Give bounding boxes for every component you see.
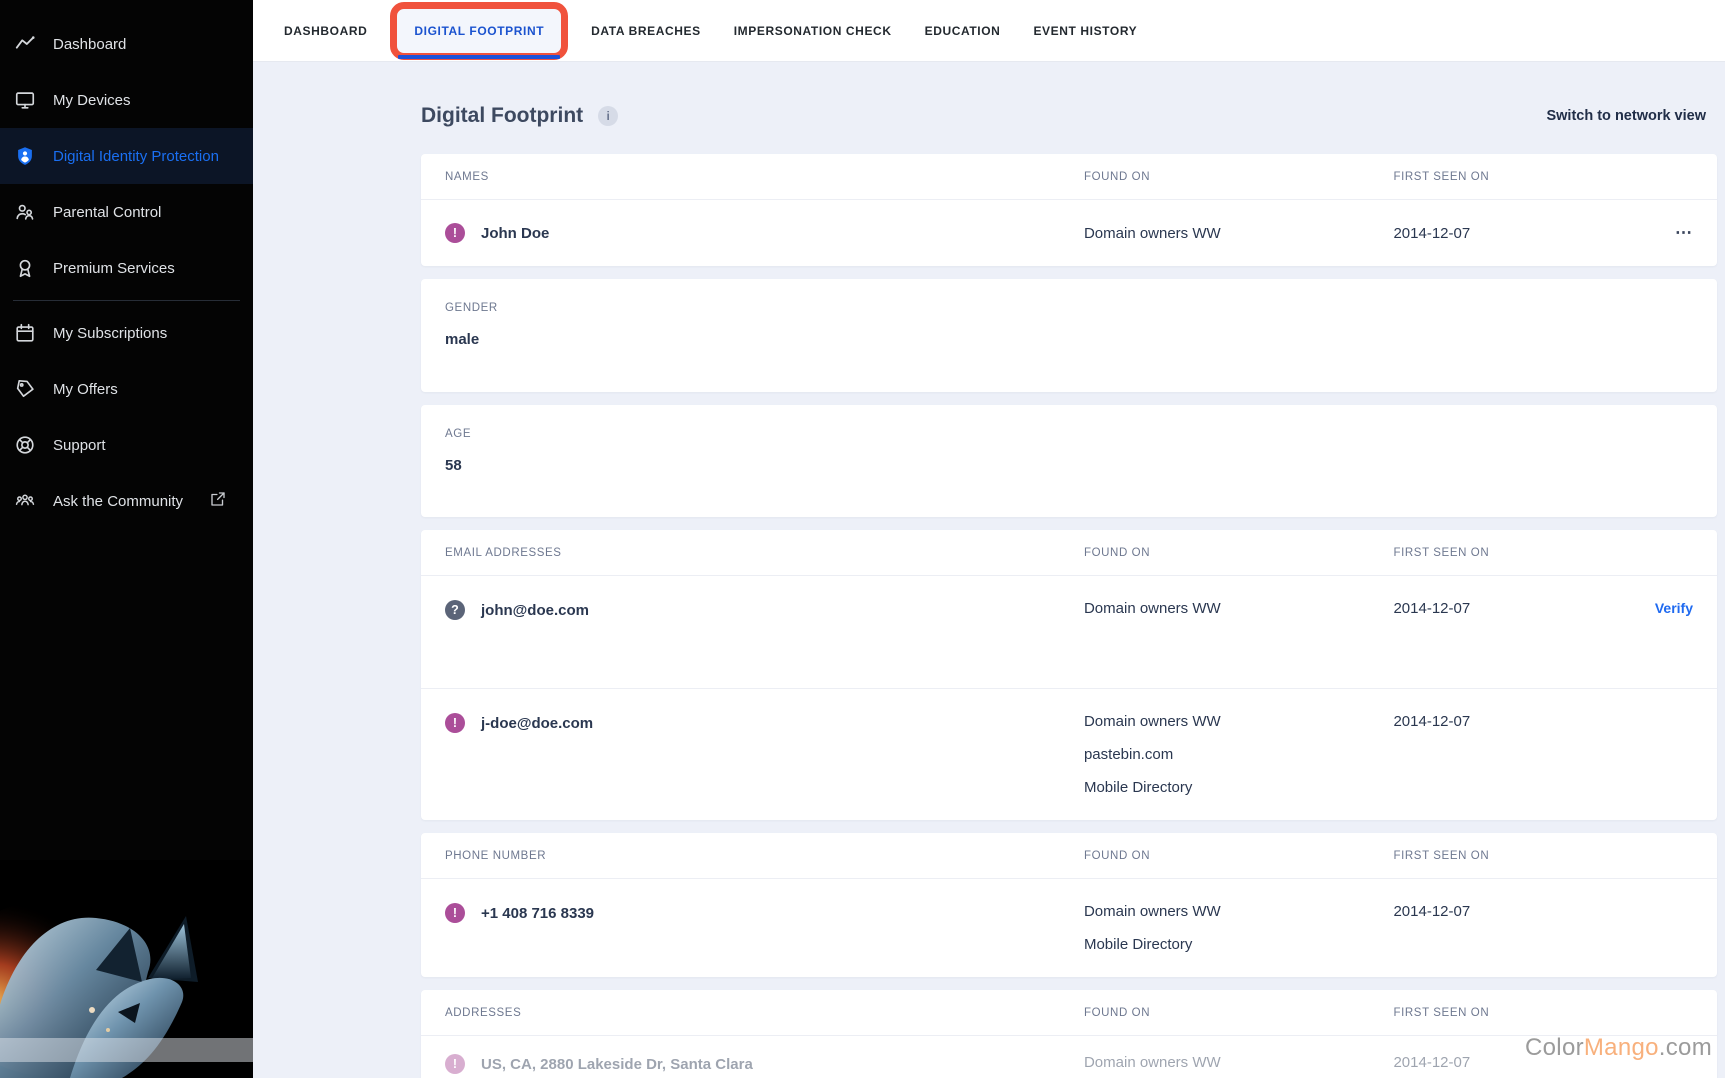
chart-line-icon bbox=[13, 32, 37, 56]
tab-dashboard[interactable]: DASHBOARD bbox=[284, 24, 367, 38]
sidebar-item-my-devices[interactable]: My Devices bbox=[0, 72, 253, 128]
found-on-value: Domain owners WW bbox=[1083, 224, 1221, 242]
sidebar: Dashboard My Devices Digital Identity Pr… bbox=[0, 0, 253, 1078]
sidebar-item-label: Support bbox=[53, 436, 106, 454]
annotation-highlight-box: DIGITAL FOOTPRINT bbox=[390, 1, 569, 60]
tab-data-breaches[interactable]: DATA BREACHES bbox=[591, 24, 701, 38]
first-seen-column-header: FIRST SEEN ON bbox=[1393, 170, 1490, 183]
found-on-column-header: FOUND ON bbox=[1083, 546, 1151, 559]
sidebar-item-support[interactable]: Support bbox=[0, 417, 253, 473]
community-icon bbox=[13, 489, 37, 513]
table-row: ! +1 408 716 8339 Domain owners WW Mobil… bbox=[421, 879, 1717, 977]
found-on-value: Mobile Directory bbox=[1083, 936, 1193, 953]
names-card: NAMES FOUND ON FIRST SEEN ON ! John Doe … bbox=[421, 154, 1717, 266]
sidebar-item-label: My Devices bbox=[53, 91, 131, 109]
email-value: j-doe@doe.com bbox=[481, 714, 594, 732]
sidebar-item-digital-identity-protection[interactable]: Digital Identity Protection bbox=[0, 128, 253, 184]
tag-icon bbox=[13, 377, 37, 401]
gender-card: GENDER male bbox=[421, 279, 1717, 392]
sidebar-item-label: Premium Services bbox=[53, 259, 175, 277]
first-seen-value: 2014-12-07 bbox=[1393, 224, 1471, 242]
award-icon bbox=[13, 256, 37, 280]
alert-icon: ! bbox=[445, 903, 465, 923]
watermark-color: Color bbox=[1525, 1034, 1584, 1061]
tab-digital-footprint[interactable]: DIGITAL FOOTPRINT bbox=[414, 24, 544, 38]
sidebar-item-label: My Subscriptions bbox=[53, 324, 168, 342]
age-card: AGE 58 bbox=[421, 405, 1717, 517]
found-on-value: Domain owners WW bbox=[1083, 903, 1221, 920]
table-row: ! US, CA, 2880 Lakeside Dr, Santa Clara … bbox=[421, 1036, 1717, 1078]
tab-impersonation-check[interactable]: IMPERSONATION CHECK bbox=[734, 24, 892, 38]
verify-link[interactable]: Verify bbox=[1655, 600, 1693, 616]
email-addresses-card: EMAIL ADDRESSES FOUND ON FIRST SEEN ON ?… bbox=[421, 530, 1717, 820]
email-value: john@doe.com bbox=[481, 601, 589, 619]
watermark-mango: Mango bbox=[1583, 1034, 1659, 1061]
age-value: 58 bbox=[445, 457, 462, 474]
found-on-value: Domain owners WW bbox=[1083, 713, 1221, 730]
first-seen-column-header: FIRST SEEN ON bbox=[1393, 849, 1490, 862]
found-on-column-header: FOUND ON bbox=[1083, 1006, 1151, 1019]
alert-icon: ! bbox=[445, 1054, 465, 1074]
found-on-value: Domain owners WW bbox=[1083, 1054, 1221, 1071]
more-options-icon[interactable]: ⋯ bbox=[1675, 223, 1693, 243]
found-on-value: Domain owners WW bbox=[1083, 600, 1221, 617]
first-seen-value: 2014-12-07 bbox=[1393, 903, 1471, 920]
first-seen-value: 2014-12-07 bbox=[1393, 600, 1471, 617]
found-on-value: Mobile Directory bbox=[1083, 779, 1193, 796]
sidebar-item-label: Parental Control bbox=[53, 203, 162, 221]
sidebar-item-label: Digital Identity Protection bbox=[53, 147, 219, 165]
age-label: AGE bbox=[445, 428, 472, 440]
sidebar-item-my-offers[interactable]: My Offers bbox=[0, 361, 253, 417]
sidebar-item-label: Dashboard bbox=[53, 35, 127, 53]
bottom-overlay-bar bbox=[0, 1038, 253, 1062]
gender-label: GENDER bbox=[445, 302, 498, 314]
tab-education[interactable]: EDUCATION bbox=[925, 24, 1001, 38]
table-row: ! John Doe Domain owners WW 2014-12-07 ⋯ bbox=[421, 200, 1717, 266]
switch-to-network-view-link[interactable]: Switch to network view bbox=[1546, 108, 1706, 124]
alert-icon: ! bbox=[445, 223, 465, 243]
first-seen-column-header: FIRST SEEN ON bbox=[1393, 546, 1490, 559]
main-area: DASHBOARD DIGITAL FOOTPRINT DATA BREACHE… bbox=[253, 0, 1725, 1078]
colormango-watermark: ColorMango.com bbox=[1525, 1034, 1712, 1062]
names-column-header: NAMES bbox=[445, 170, 489, 183]
gender-value: male bbox=[445, 331, 480, 348]
phone-number-card: PHONE NUMBER FOUND ON FIRST SEEN ON ! +1… bbox=[421, 833, 1717, 977]
parental-control-icon bbox=[13, 200, 37, 224]
phone-column-header: PHONE NUMBER bbox=[445, 849, 547, 862]
sidebar-item-dashboard[interactable]: Dashboard bbox=[0, 16, 253, 72]
sidebar-item-parental-control[interactable]: Parental Control bbox=[0, 184, 253, 240]
sidebar-item-label: Ask the Community bbox=[53, 492, 184, 510]
first-seen-column-header: FIRST SEEN ON bbox=[1393, 1006, 1490, 1019]
external-link-icon bbox=[209, 490, 227, 512]
watermark-com: .com bbox=[1658, 1034, 1712, 1061]
sidebar-item-label: My Offers bbox=[53, 380, 118, 398]
found-on-column-header: FOUND ON bbox=[1083, 849, 1151, 862]
sidebar-divider bbox=[13, 300, 240, 301]
tab-event-history[interactable]: EVENT HISTORY bbox=[1033, 24, 1137, 38]
content-area: Digital Footprint i Switch to network vi… bbox=[253, 62, 1725, 1078]
addresses-column-header: ADDRESSES bbox=[445, 1006, 522, 1019]
shield-person-icon bbox=[13, 144, 37, 168]
phone-value: +1 408 716 8339 bbox=[481, 904, 595, 922]
table-row: ! j-doe@doe.com Domain owners WW pastebi… bbox=[421, 689, 1717, 820]
emails-column-header: EMAIL ADDRESSES bbox=[445, 546, 562, 559]
found-on-column-header: FOUND ON bbox=[1083, 170, 1151, 183]
address-value: US, CA, 2880 Lakeside Dr, Santa Clara bbox=[481, 1055, 753, 1073]
question-icon: ? bbox=[445, 600, 465, 620]
info-icon[interactable]: i bbox=[598, 106, 619, 126]
alert-icon: ! bbox=[445, 713, 465, 733]
page-title: Digital Footprint bbox=[421, 104, 584, 127]
name-value: John Doe bbox=[481, 224, 550, 242]
sidebar-item-premium-services[interactable]: Premium Services bbox=[0, 240, 253, 296]
table-row: ? john@doe.com Domain owners WW 2014-12-… bbox=[421, 576, 1717, 688]
found-on-value: pastebin.com bbox=[1083, 746, 1174, 763]
addresses-card: ADDRESSES FOUND ON FIRST SEEN ON ! US, C… bbox=[421, 990, 1717, 1078]
monitor-icon bbox=[13, 88, 37, 112]
lifebuoy-icon bbox=[13, 433, 37, 457]
tab-bar: DASHBOARD DIGITAL FOOTPRINT DATA BREACHE… bbox=[253, 0, 1725, 62]
calendar-icon bbox=[13, 321, 37, 345]
sidebar-item-ask-the-community[interactable]: Ask the Community bbox=[0, 473, 253, 529]
sidebar-item-my-subscriptions[interactable]: My Subscriptions bbox=[0, 305, 253, 361]
first-seen-value: 2014-12-07 bbox=[1393, 713, 1471, 730]
